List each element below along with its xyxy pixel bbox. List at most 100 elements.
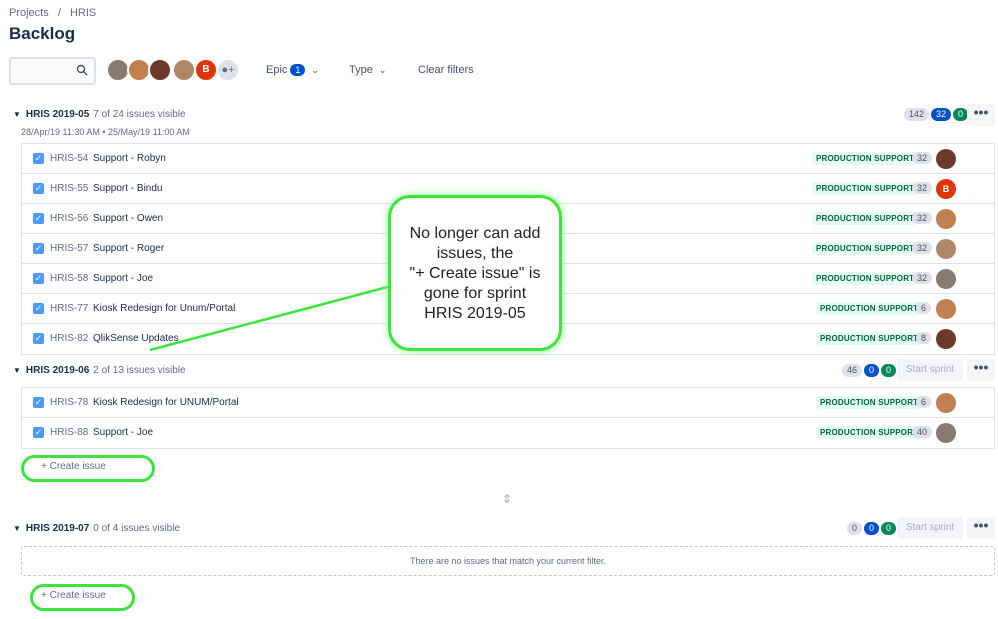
done-count-badge: 0 — [881, 522, 897, 535]
story-type-icon: ✓ — [33, 213, 44, 224]
issue-key[interactable]: HRIS-55 — [50, 183, 88, 194]
breadcrumb: Projects / HRIS — [9, 7, 102, 19]
issue-row[interactable]: ✓ HRIS-88 Support - Joe PRODUCTION SUPPO… — [22, 418, 994, 448]
done-count-badge: 0 — [881, 364, 897, 377]
issue-key[interactable]: HRIS-82 — [50, 333, 88, 344]
estimate-badge: 8 — [916, 332, 932, 344]
empty-state-message: There are no issues that match your curr… — [21, 546, 995, 576]
more-actions-button[interactable]: ••• — [967, 517, 995, 539]
clear-filters-link[interactable]: Clear filters — [418, 64, 474, 76]
assignee-avatar[interactable] — [936, 393, 956, 413]
issue-key[interactable]: HRIS-78 — [50, 397, 88, 408]
issue-key[interactable]: HRIS-88 — [50, 427, 88, 438]
create-issue-button[interactable]: + Create issue — [41, 461, 106, 472]
issue-key[interactable]: HRIS-57 — [50, 243, 88, 254]
estimate-badge: 6 — [916, 302, 932, 314]
epic-label[interactable]: PRODUCTION SUPPORT — [816, 302, 923, 315]
estimate-badge: 6 — [916, 396, 932, 408]
sprint-header[interactable]: ▼ HRIS 2019-07 0 of 4 issues visible — [13, 523, 180, 534]
start-sprint-button[interactable]: Start sprint — [897, 517, 963, 539]
start-sprint-button[interactable]: Start sprint — [897, 359, 963, 381]
search-icon — [76, 64, 88, 76]
issue-summary: Kiosk Redesign for UNUM/Portal — [93, 397, 239, 408]
sprint-name: HRIS 2019-06 — [25, 365, 90, 376]
issue-key[interactable]: HRIS-77 — [50, 303, 88, 314]
assignee-avatar[interactable] — [936, 239, 956, 259]
chevron-down-icon[interactable]: ▼ — [13, 110, 21, 119]
epic-label[interactable]: PRODUCTION SUPPORT — [812, 152, 919, 165]
avatar-filter-group: B ●+ — [106, 58, 246, 84]
assignee-avatar[interactable]: B — [936, 179, 956, 199]
epic-label[interactable]: PRODUCTION SUPPORT — [812, 242, 919, 255]
add-people-icon[interactable]: ●+ — [216, 58, 240, 82]
issue-row[interactable]: ✓ HRIS-78 Kiosk Redesign for UNUM/Portal… — [22, 388, 994, 418]
sprint-header[interactable]: ▼ HRIS 2019-05 7 of 24 issues visible — [13, 109, 186, 120]
more-actions-button[interactable]: ••• — [967, 104, 995, 126]
assignee-avatar[interactable] — [936, 423, 956, 443]
sprint-header[interactable]: ▼ HRIS 2019-06 2 of 13 issues visible — [13, 365, 186, 376]
issue-key[interactable]: HRIS-58 — [50, 273, 88, 284]
issue-row[interactable]: ✓ HRIS-54 Support - Robyn PRODUCTION SUP… — [22, 144, 994, 174]
story-type-icon: ✓ — [33, 243, 44, 254]
avatar[interactable] — [148, 58, 172, 82]
more-actions-button[interactable]: ••• — [967, 359, 995, 381]
issues-visible-count: 2 of 13 issues visible — [93, 365, 186, 376]
issue-summary: Support - Robyn — [93, 153, 166, 164]
breadcrumb-project-link[interactable]: HRIS — [70, 7, 96, 19]
inprogress-count-badge: 0 — [864, 364, 880, 377]
type-filter[interactable]: Type ⌄ — [349, 64, 386, 76]
story-type-icon: ✓ — [33, 303, 44, 314]
resize-handle-icon[interactable]: ⇕ — [502, 492, 512, 506]
story-type-icon: ✓ — [33, 183, 44, 194]
issue-key[interactable]: HRIS-56 — [50, 213, 88, 224]
story-type-icon: ✓ — [33, 397, 44, 408]
assignee-avatar[interactable] — [936, 149, 956, 169]
sprint-counts: 000 — [845, 522, 897, 535]
issue-summary: Support - Joe — [93, 427, 154, 438]
sprint-name: HRIS 2019-07 — [25, 523, 90, 534]
sprint-name: HRIS 2019-05 — [25, 109, 90, 120]
page-title: Backlog — [9, 24, 76, 43]
epic-label[interactable]: PRODUCTION SUPPORT — [816, 426, 923, 439]
story-type-icon: ✓ — [33, 273, 44, 284]
epic-label[interactable]: PRODUCTION SUPPORT — [816, 396, 923, 409]
chevron-down-icon[interactable]: ▼ — [13, 524, 21, 533]
assignee-avatar[interactable] — [936, 329, 956, 349]
inprogress-count-badge: 0 — [864, 522, 880, 535]
avatar[interactable]: B — [194, 58, 218, 82]
estimate-badge: 32 — [912, 182, 933, 194]
story-type-icon: ✓ — [33, 333, 44, 344]
epic-label[interactable]: PRODUCTION SUPPORT — [812, 182, 919, 195]
todo-count-badge: 46 — [842, 364, 863, 377]
sprint-counts: 46 0 0 — [840, 364, 897, 377]
epic-count-badge: 1 — [290, 64, 306, 76]
chevron-down-icon: ⌄ — [311, 65, 319, 75]
assignee-avatar[interactable] — [936, 299, 956, 319]
issue-summary: Support - Owen — [93, 213, 164, 224]
inprogress-count-badge: 32 — [931, 108, 952, 121]
assignee-avatar[interactable] — [936, 269, 956, 289]
assignee-avatar[interactable] — [936, 209, 956, 229]
issue-summary: Support - Joe — [93, 273, 154, 284]
issue-key[interactable]: HRIS-54 — [50, 153, 88, 164]
chevron-down-icon[interactable]: ▼ — [13, 366, 21, 375]
done-count-badge: 0 — [953, 108, 969, 121]
create-issue-button[interactable]: + Create issue — [41, 590, 106, 601]
issue-summary: Support - Roger — [93, 243, 165, 254]
epic-label[interactable]: PRODUCTION SUPPORT — [812, 272, 919, 285]
estimate-badge: 32 — [912, 152, 933, 164]
epic-label[interactable]: PRODUCTION SUPPORT — [812, 212, 919, 225]
breadcrumb-projects-link[interactable]: Projects — [9, 7, 49, 19]
estimate-badge: 32 — [912, 272, 933, 284]
avatar[interactable] — [172, 58, 196, 82]
callout-line: issues, the — [436, 245, 514, 262]
story-type-icon: ✓ — [33, 427, 44, 438]
callout-line: gone for sprint — [423, 285, 527, 302]
callout-line: HRIS 2019-05 — [424, 305, 526, 322]
breadcrumb-separator: / — [57, 7, 61, 19]
estimate-badge: 32 — [912, 212, 933, 224]
epic-label[interactable]: PRODUCTION SUPPORT — [816, 332, 923, 345]
search-input[interactable] — [9, 57, 96, 85]
type-filter-label: Type — [349, 64, 373, 76]
epic-filter[interactable]: Epic 1 ⌄ — [266, 64, 319, 76]
